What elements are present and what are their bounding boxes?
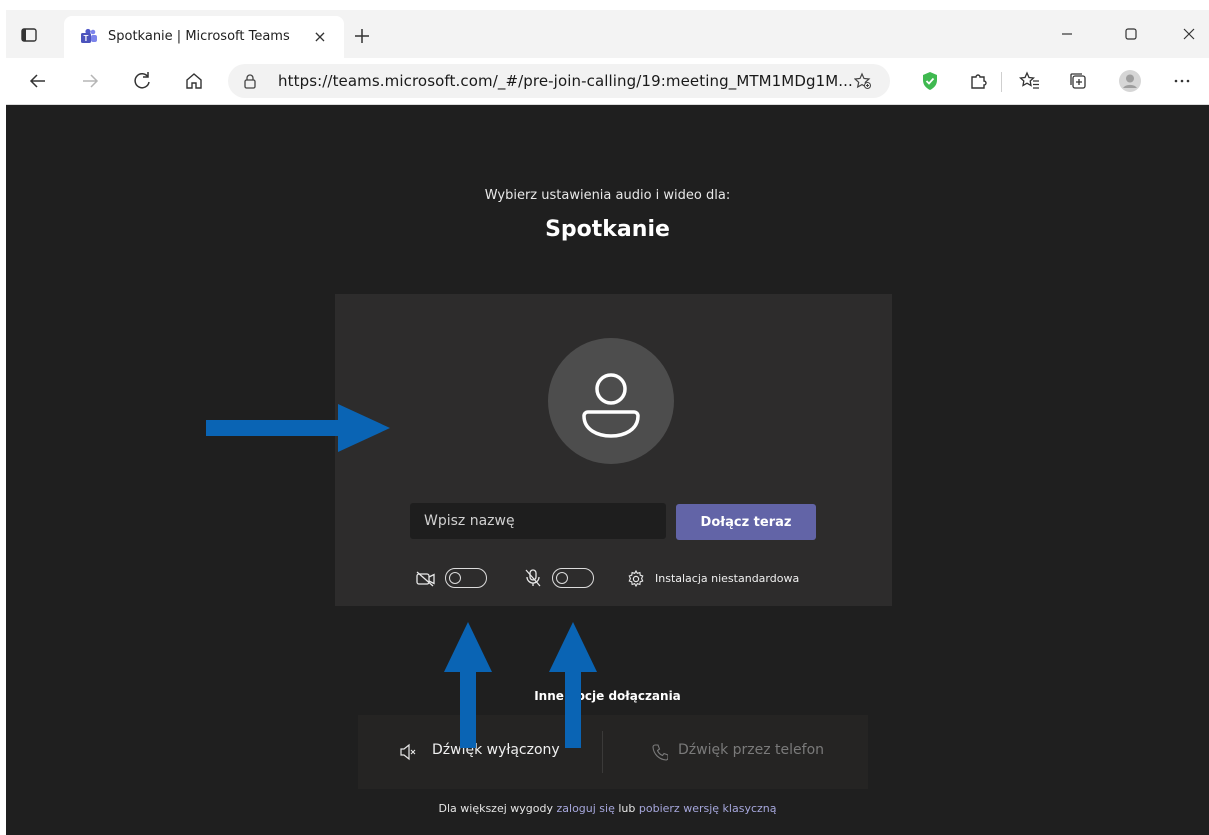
tab-title: Spotkanie | Microsoft Teams [108,29,290,44]
shield-extension-icon[interactable] [918,69,942,93]
footer-prefix: Dla większej wygody [438,802,557,815]
footer-middle: lub [614,802,639,815]
favorites-icon[interactable] [1018,69,1042,93]
favorite-add-icon[interactable] [854,72,872,90]
camera-toggle-knob [449,572,461,584]
mic-off-icon [525,569,541,587]
collections-icon[interactable] [1066,69,1090,93]
sign-in-link[interactable]: zaloguj się [557,802,615,815]
audio-options-divider [602,731,603,773]
browser-toolbar: https://teams.microsoft.com/_#/pre-join-… [6,58,1209,105]
download-desktop-link[interactable]: pobierz wersję klasyczną [639,802,777,815]
teams-prejoin-screen: Wybierz ustawienia audio i wideo dla: Sp… [6,105,1209,835]
annotation-arrow-up-mic [549,622,597,748]
toolbar-separator [1001,72,1002,92]
annotation-arrow-up-camera [444,622,492,748]
svg-text:T: T [84,34,89,43]
more-icon[interactable] [1170,69,1194,93]
profile-icon[interactable] [1118,69,1142,93]
teams-logo-icon: T [81,28,97,43]
new-tab-icon[interactable] [350,24,374,48]
phone-audio-option[interactable]: Dźwięk przez telefon [678,742,824,758]
prejoin-card: Dołącz teraz [335,294,892,606]
prejoin-subtitle: Wybierz ustawienia audio i wideo dla: [484,188,731,203]
audio-options-panel: Dźwięk wyłączony Dźwięk przez telefon [358,715,868,789]
avatar [548,338,674,464]
signin-footer: Dla większej wygody zaloguj się lub pobi… [6,802,1209,815]
camera-toggle[interactable] [445,568,487,588]
name-input[interactable] [410,503,666,539]
minimize-icon[interactable] [1052,22,1082,46]
mic-toggle[interactable] [552,568,594,588]
tab-strip: T Spotkanie | Microsoft Teams × [6,10,1209,58]
back-icon[interactable] [26,69,50,93]
address-bar[interactable]: https://teams.microsoft.com/_#/pre-join-… [228,64,890,98]
refresh-icon[interactable] [130,69,154,93]
puzzle-extensions-icon[interactable] [966,69,990,93]
person-icon [582,373,640,438]
tab-actions-icon[interactable] [20,26,38,44]
tab-close-icon[interactable]: × [310,27,330,47]
meeting-title: Spotkanie [545,217,670,242]
speaker-muted-icon [400,743,416,761]
maximize-icon[interactable] [1116,22,1146,46]
home-icon[interactable] [182,69,206,93]
other-join-options-heading: Inne opcje dołączania [534,689,681,703]
custom-setup-link[interactable]: Instalacja niestandardowa [655,572,799,585]
lock-icon[interactable] [242,73,258,89]
gear-icon[interactable] [626,566,646,590]
tab-teams[interactable]: T Spotkanie | Microsoft Teams × [64,16,344,58]
browser-window: T Spotkanie | Microsoft Teams × https://… [6,10,1209,835]
join-now-button[interactable]: Dołącz teraz [676,504,816,540]
url-text[interactable]: https://teams.microsoft.com/_#/pre-join-… [278,72,853,90]
annotation-arrow-right [206,404,390,452]
camera-off-icon [416,571,435,587]
mic-toggle-knob [556,572,568,584]
phone-icon [652,744,668,761]
forward-icon[interactable] [78,69,102,93]
window-close-icon[interactable] [1174,22,1204,46]
